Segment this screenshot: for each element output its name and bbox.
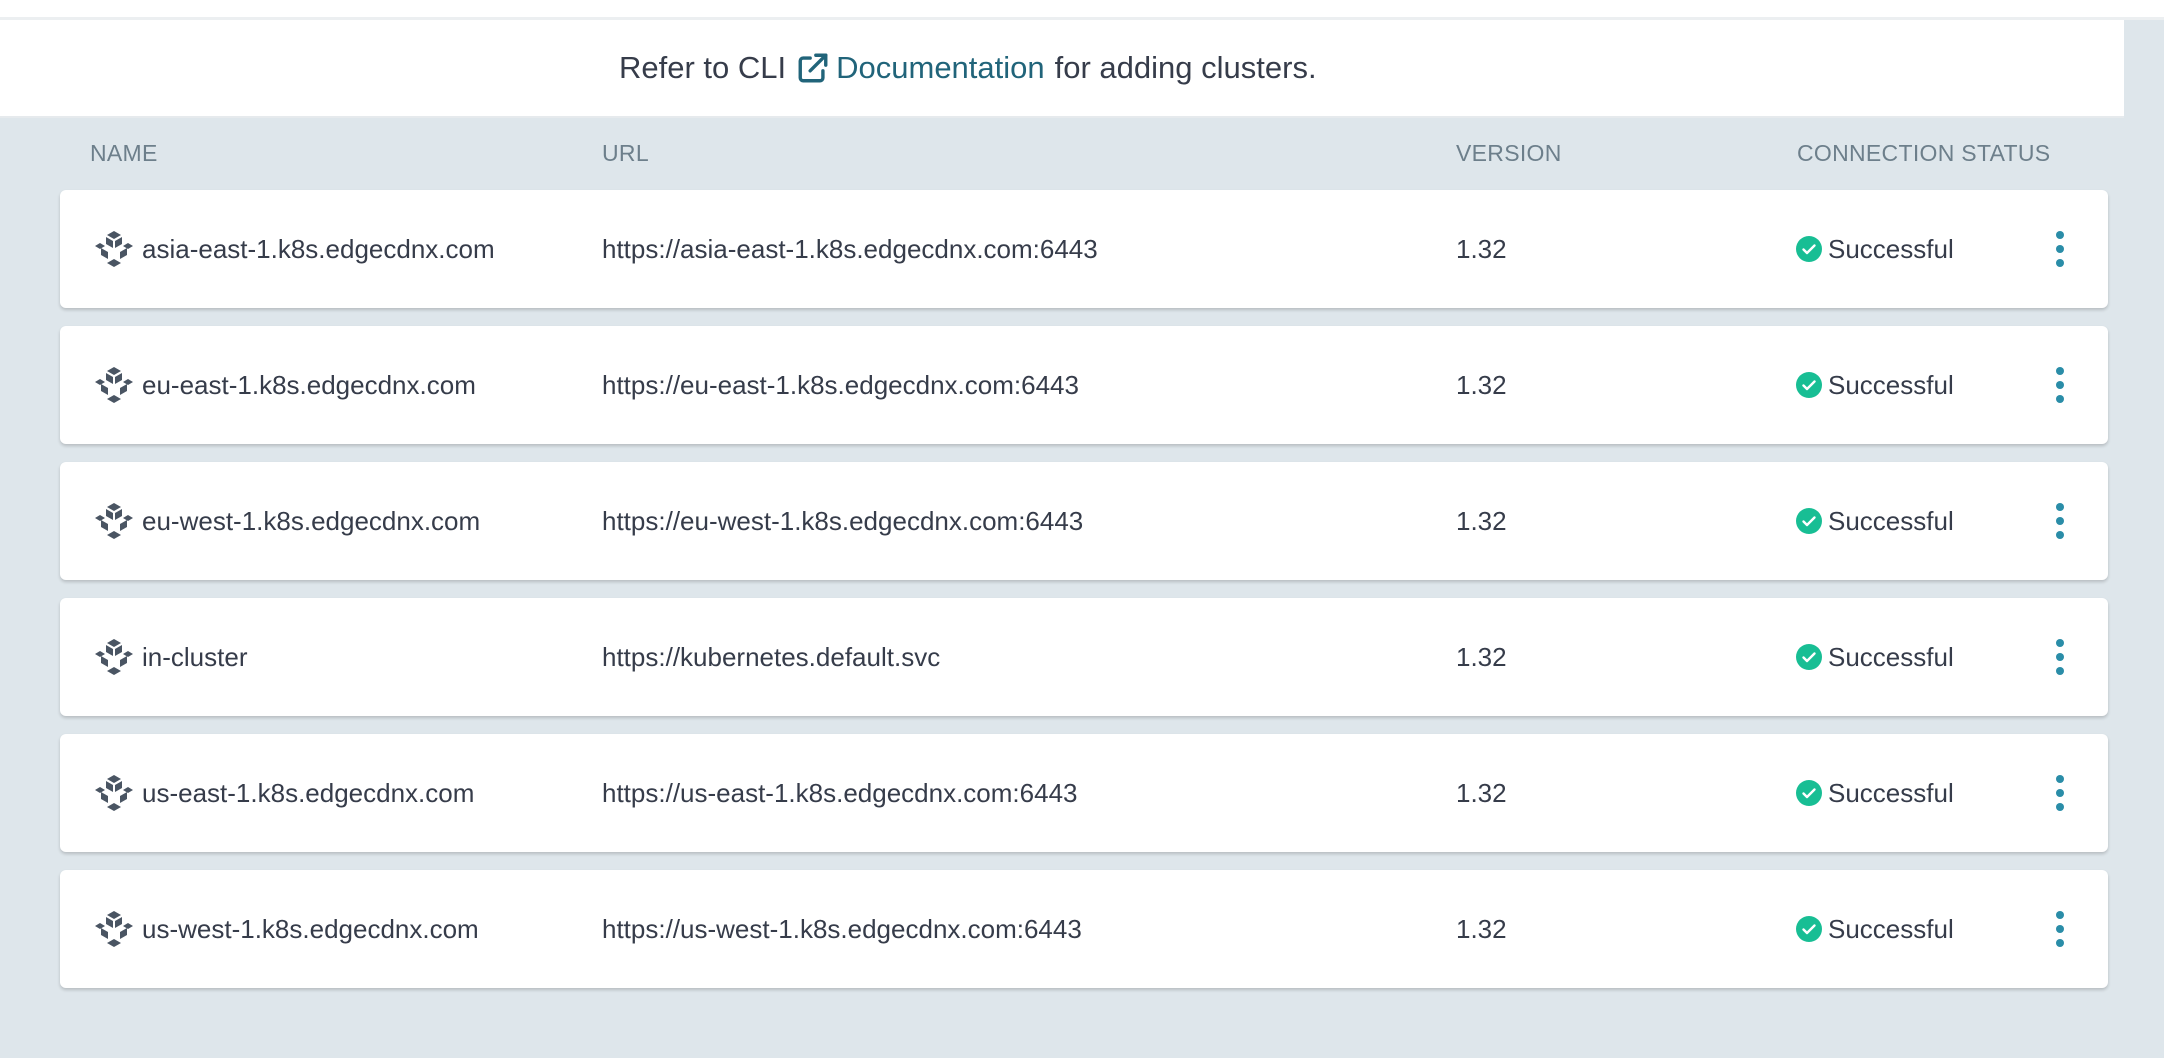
cluster-cube-icon	[95, 503, 133, 539]
connection-status: Successful	[1828, 233, 1954, 264]
cluster-name[interactable]: us-east-1.k8s.edgecdnx.com	[142, 778, 474, 809]
table-header: NAME URL VERSION CONNECTION STATUS	[0, 138, 2164, 170]
cluster-cube-icon	[95, 911, 133, 947]
cli-docs-banner: Refer to CLI Documentation for adding cl…	[0, 20, 2124, 118]
more-vertical-icon	[2056, 503, 2064, 539]
cluster-url: https://us-east-1.k8s.edgecdnx.com:6443	[602, 777, 1078, 808]
row-actions-button[interactable]	[2030, 326, 2090, 444]
cluster-cube-icon	[95, 231, 133, 267]
cluster-version: 1.32	[1456, 641, 1507, 672]
more-vertical-icon	[2056, 367, 2064, 403]
column-header-connection-status[interactable]: CONNECTION STATUS	[1797, 140, 2050, 167]
column-header-version[interactable]: VERSION	[1456, 140, 1562, 167]
check-circle-icon	[1796, 644, 1822, 670]
cluster-row[interactable]: us-east-1.k8s.edgecdnx.com https://us-ea…	[60, 734, 2108, 852]
documentation-link[interactable]: Documentation	[796, 50, 1045, 86]
cluster-name[interactable]: eu-east-1.k8s.edgecdnx.com	[142, 370, 476, 401]
cluster-name[interactable]: asia-east-1.k8s.edgecdnx.com	[142, 234, 495, 265]
check-circle-icon	[1796, 508, 1822, 534]
connection-status: Successful	[1828, 777, 1954, 808]
banner-suffix: for adding clusters.	[1054, 50, 1317, 85]
row-actions-button[interactable]	[2030, 462, 2090, 580]
cluster-url: https://eu-east-1.k8s.edgecdnx.com:6443	[602, 369, 1079, 400]
cluster-name[interactable]: in-cluster	[142, 642, 247, 673]
connection-status: Successful	[1828, 641, 1954, 672]
cluster-version: 1.32	[1456, 233, 1507, 264]
cluster-row[interactable]: asia-east-1.k8s.edgecdnx.com https://asi…	[60, 190, 2108, 308]
row-actions-button[interactable]	[2030, 870, 2090, 988]
cluster-url: https://kubernetes.default.svc	[602, 641, 941, 672]
cluster-url: https://eu-west-1.k8s.edgecdnx.com:6443	[602, 505, 1084, 536]
connection-status: Successful	[1828, 913, 1954, 944]
cluster-row[interactable]: us-west-1.k8s.edgecdnx.com https://us-we…	[60, 870, 2108, 988]
cluster-url: https://us-west-1.k8s.edgecdnx.com:6443	[602, 913, 1082, 944]
cluster-version: 1.32	[1456, 777, 1507, 808]
more-vertical-icon	[2056, 231, 2064, 267]
cluster-name[interactable]: eu-west-1.k8s.edgecdnx.com	[142, 506, 480, 537]
documentation-link-label: Documentation	[836, 50, 1045, 85]
cluster-row[interactable]: eu-east-1.k8s.edgecdnx.com https://eu-ea…	[60, 326, 2108, 444]
connection-status: Successful	[1828, 505, 1954, 536]
cluster-version: 1.32	[1456, 913, 1507, 944]
cluster-cube-icon	[95, 367, 133, 403]
external-link-icon	[798, 53, 828, 83]
row-actions-button[interactable]	[2030, 734, 2090, 852]
cluster-version: 1.32	[1456, 505, 1507, 536]
check-circle-icon	[1796, 372, 1822, 398]
check-circle-icon	[1796, 236, 1822, 262]
cluster-row[interactable]: in-cluster https://kubernetes.default.sv…	[60, 598, 2108, 716]
banner-prefix: Refer to CLI	[619, 50, 787, 85]
cluster-row[interactable]: eu-west-1.k8s.edgecdnx.com https://eu-we…	[60, 462, 2108, 580]
column-header-url[interactable]: URL	[602, 140, 649, 167]
top-strip	[0, 0, 2164, 20]
cluster-url: https://asia-east-1.k8s.edgecdnx.com:644…	[602, 233, 1098, 264]
column-header-name[interactable]: NAME	[90, 140, 158, 167]
more-vertical-icon	[2056, 639, 2064, 675]
cluster-version: 1.32	[1456, 369, 1507, 400]
row-actions-button[interactable]	[2030, 598, 2090, 716]
cluster-cube-icon	[95, 775, 133, 811]
more-vertical-icon	[2056, 911, 2064, 947]
more-vertical-icon	[2056, 775, 2064, 811]
check-circle-icon	[1796, 916, 1822, 942]
cluster-name[interactable]: us-west-1.k8s.edgecdnx.com	[142, 914, 479, 945]
row-actions-button[interactable]	[2030, 190, 2090, 308]
cluster-cube-icon	[95, 639, 133, 675]
connection-status: Successful	[1828, 369, 1954, 400]
check-circle-icon	[1796, 780, 1822, 806]
